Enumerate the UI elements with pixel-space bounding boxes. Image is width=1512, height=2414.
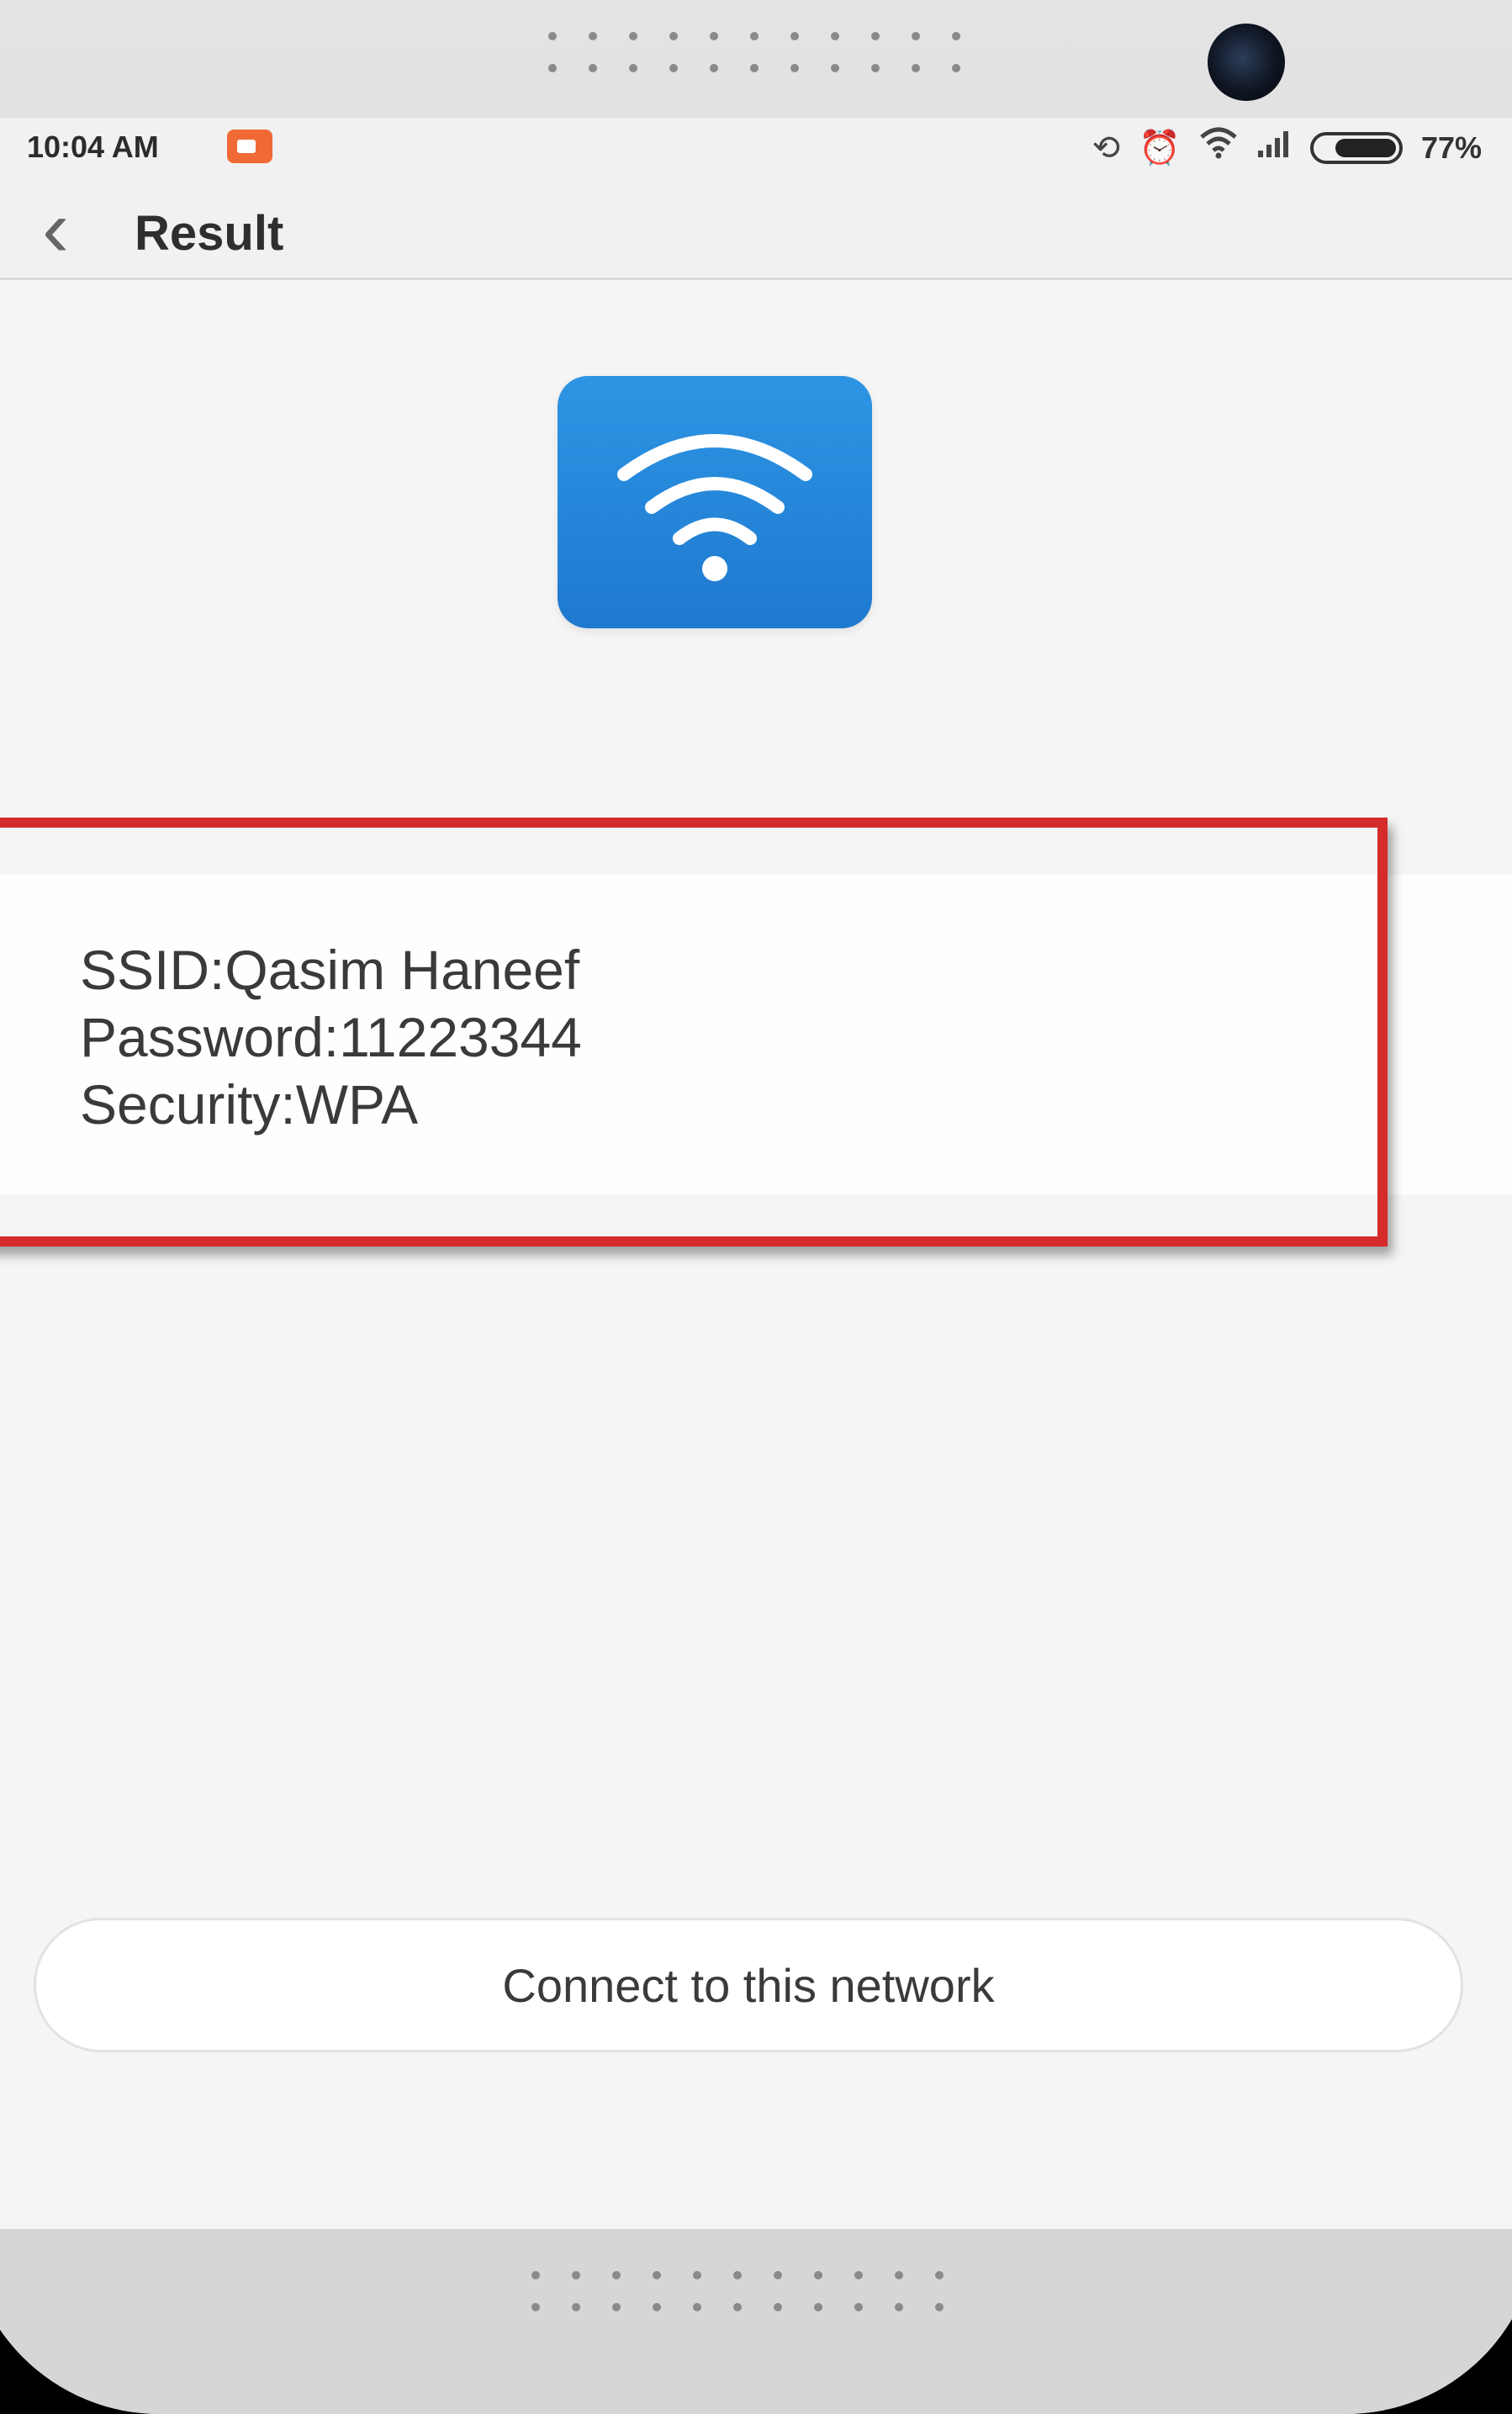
connect-to-network-button[interactable]: Connect to this network [34,1918,1463,2052]
chevron-left-icon[interactable]: ‹ [42,188,69,269]
bottom-speaker-grille [531,2271,944,2311]
status-bar: 10:04 AM ⟲ ⏰ 77% [0,118,1512,185]
status-icons: ⟲ ⏰ 77% [1092,124,1482,172]
front-camera [1208,24,1285,101]
screen-recorder-icon [227,130,272,163]
battery-level-fill [1335,139,1396,157]
earpiece-speaker-grille [548,32,960,72]
wifi-icon [617,434,812,581]
phone-screen: 10:04 AM ⟲ ⏰ 77% ‹ Result SSID:Qasim Han… [0,118,1512,2229]
rotate-lock-icon: ⟲ [1092,130,1121,167]
phone-frame: 10:04 AM ⟲ ⏰ 77% ‹ Result SSID:Qasim Han… [0,0,1512,2414]
wifi-signal-icon [1199,124,1238,172]
battery-percent: 77% [1420,130,1482,165]
battery-icon [1309,132,1403,164]
bottom-bezel [0,2229,1512,2414]
page-title: Result [135,206,284,261]
cellular-signal-icon [1256,124,1292,172]
alarm-icon: ⏰ [1139,130,1181,167]
status-time: 10:04 AM [27,130,159,164]
wifi-result-tile [558,376,872,628]
app-header: ‹ Result [0,185,1512,280]
highlight-annotation-box [0,818,1388,1247]
